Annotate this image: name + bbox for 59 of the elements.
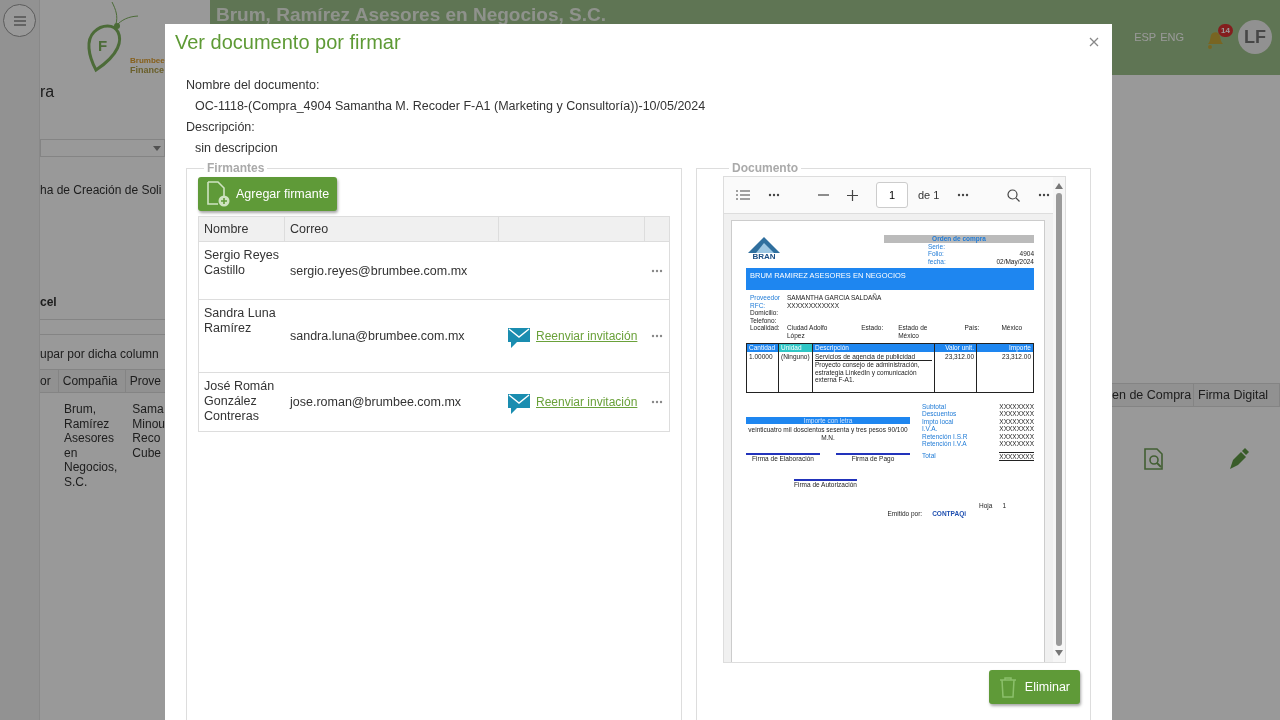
- signer-email: jose.roman@brumbee.com.mx: [288, 395, 463, 409]
- scrollbar[interactable]: [1053, 177, 1065, 662]
- table-cell-text: Sama Minou Reco Cube: [132, 402, 165, 462]
- document-search-icon[interactable]: [1142, 447, 1165, 471]
- input-field[interactable]: [40, 319, 165, 335]
- dialog-title: Ver documento por firmar: [175, 30, 401, 54]
- export-label: cel: [40, 295, 58, 309]
- field-value: OC-1118-(Compra_4904 Samantha M. Recoder F-A1 (Marketing y Consultoría))-10/05/2024: [194, 98, 707, 115]
- scroll-down-icon[interactable]: [1055, 650, 1063, 656]
- caret-icon: [153, 145, 161, 151]
- logo-text: Brumbee: [130, 56, 165, 65]
- logo-text: Finance: [130, 65, 165, 75]
- document-plus-icon: [206, 180, 232, 208]
- field-value: sin descripcion: [194, 140, 279, 157]
- mountain-logo-icon: [746, 235, 782, 253]
- column-header[interactable]: Compañia: [58, 370, 126, 392]
- column-header[interactable]: Firma Digital: [1194, 384, 1280, 406]
- add-signer-button[interactable]: Agregar firmante: [198, 177, 338, 211]
- page-count: de 1: [918, 189, 940, 201]
- column-header: Correo: [285, 217, 499, 241]
- signer-name: José Román González Contreras: [203, 379, 276, 424]
- search-icon[interactable]: [1007, 188, 1021, 202]
- field-label: Nombre del documento:: [186, 77, 321, 94]
- signer-email: sergio.reyes@brumbee.com.mx: [289, 263, 469, 278]
- panel-legend: Firmantes: [204, 161, 268, 175]
- language-link[interactable]: ENG: [1160, 31, 1184, 43]
- menu-button[interactable]: [3, 4, 36, 37]
- column-header[interactable]: Prove: [125, 370, 165, 392]
- column-header[interactable]: or: [40, 370, 59, 392]
- signer-email: sandra.luna@brumbee.com.mx: [289, 329, 466, 343]
- menu-icon: [12, 14, 27, 27]
- scroll-up-icon[interactable]: [1055, 183, 1063, 189]
- more-icon[interactable]: [768, 193, 780, 197]
- filter-label: ha de Creación de Soli: [40, 183, 163, 197]
- language-link[interactable]: ESP: [1134, 31, 1157, 43]
- logo-text: BRAN: [752, 253, 776, 261]
- more-icon[interactable]: [1038, 193, 1051, 197]
- delete-button[interactable]: Eliminar: [988, 670, 1080, 704]
- more-icon[interactable]: [957, 193, 970, 197]
- column-header: Nombre: [199, 217, 285, 241]
- resend-invitation-link[interactable]: Reenviar invitación: [536, 329, 638, 343]
- logo-letter: F: [98, 38, 108, 54]
- resend-invitation-link[interactable]: Reenviar invitación: [536, 395, 638, 409]
- list-icon[interactable]: [736, 190, 750, 200]
- header-title: Brum, Ramírez Asesores en Negocios, S.C.: [216, 5, 606, 24]
- page-title: ra: [40, 83, 56, 101]
- zoom-in-icon[interactable]: [847, 189, 858, 201]
- signer-name: Sergio Reyes Castillo: [203, 248, 281, 278]
- signer-name: Sandra Luna Ramírez: [203, 306, 277, 336]
- dropdown-field[interactable]: [40, 139, 165, 157]
- field-label: Descripción:: [186, 119, 256, 136]
- panel-legend: Documento: [729, 161, 801, 175]
- trash-icon: [998, 676, 1017, 698]
- page-number-field[interactable]: 1: [876, 182, 908, 208]
- user-avatar[interactable]: LF: [1238, 20, 1272, 54]
- group-hint: upar por dicha column: [40, 347, 160, 361]
- close-icon[interactable]: [1089, 37, 1099, 47]
- table-cell-text: Brum, Ramírez Asesores en Negocios, S.C.: [64, 402, 119, 489]
- notification-badge: 14: [1218, 24, 1233, 37]
